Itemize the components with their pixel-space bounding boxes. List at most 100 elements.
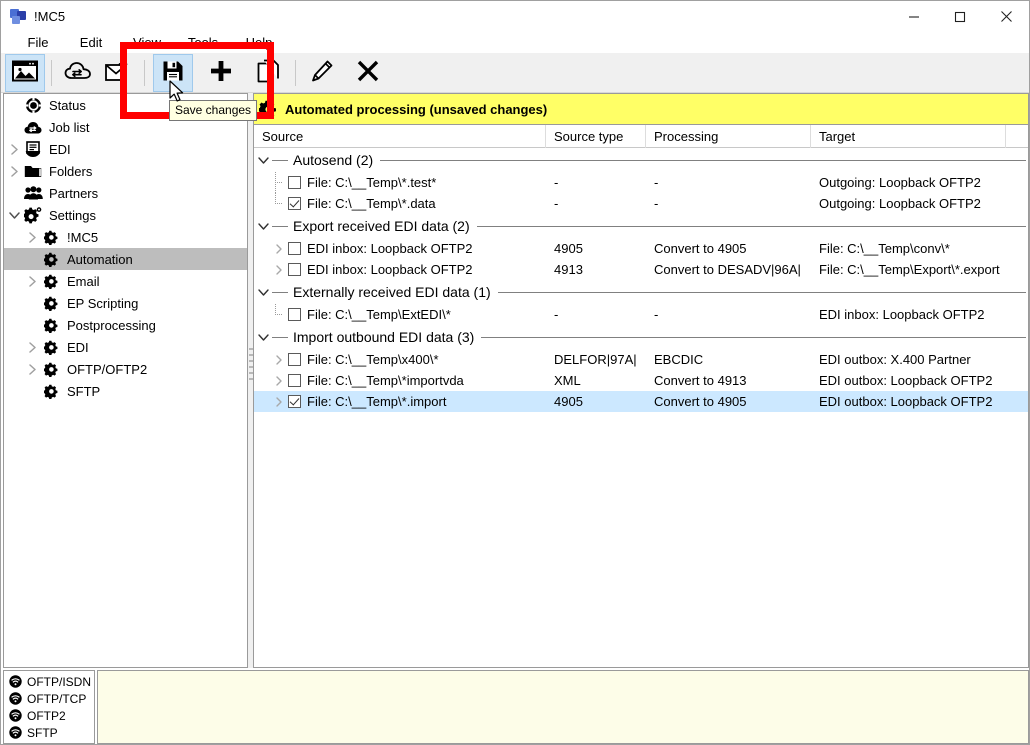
- sidebar-item-email[interactable]: Email: [4, 270, 247, 292]
- row-checkbox[interactable]: [288, 395, 301, 408]
- row-checkbox[interactable]: [288, 308, 301, 321]
- chevron-right-icon[interactable]: [24, 270, 40, 292]
- status-icon: [22, 94, 44, 116]
- chevron-right-icon[interactable]: [270, 349, 288, 370]
- chevron-right-icon[interactable]: [270, 391, 288, 412]
- table-row[interactable]: EDI inbox: Loopback OFTP2 4913 Convert t…: [254, 259, 1028, 280]
- log-panel[interactable]: [97, 670, 1029, 744]
- cell-source[interactable]: EDI inbox: Loopback OFTP2: [254, 238, 546, 259]
- chevron-down-icon[interactable]: [254, 280, 272, 304]
- menu-item-tools[interactable]: Tools: [175, 35, 231, 50]
- source-text: File: C:\__Temp\ExtEDI\*: [307, 307, 451, 322]
- column-header-source[interactable]: Source: [254, 124, 546, 148]
- chevron-down-icon[interactable]: [6, 204, 22, 226]
- table-row-selected[interactable]: File: C:\__Temp\*.import 4905 Convert to…: [254, 391, 1028, 412]
- source-text: File: C:\__Temp\*importvda: [307, 373, 464, 388]
- table-row[interactable]: File: C:\__Temp\x400\* DELFOR|97A| EBCDI…: [254, 349, 1028, 370]
- cell-source[interactable]: File: C:\__Temp\*importvda: [254, 370, 546, 391]
- new-document-button[interactable]: [249, 54, 289, 92]
- add-button[interactable]: [201, 54, 241, 92]
- navigation-sidebar[interactable]: Status Job list EDI Folders Partners Set…: [3, 93, 248, 668]
- settings-icon: [22, 204, 44, 226]
- table-row[interactable]: File: C:\__Temp\*.data - - Outgoing: Loo…: [254, 193, 1028, 214]
- gear-icon: [40, 314, 62, 336]
- menu-item-file[interactable]: File: [13, 35, 63, 50]
- sidebar-item-partners[interactable]: Partners: [4, 182, 247, 204]
- delete-cross-icon: [356, 59, 380, 86]
- row-checkbox[interactable]: [288, 263, 301, 276]
- group-label: Autosend (2): [293, 152, 374, 168]
- table-row[interactable]: EDI inbox: Loopback OFTP2 4905 Convert t…: [254, 238, 1028, 259]
- row-indent: [254, 259, 270, 280]
- connection-label: OFTP2: [27, 708, 66, 723]
- sidebar-item-edi[interactable]: EDI: [4, 138, 247, 160]
- sidebar-item-folders[interactable]: Folders: [4, 160, 247, 182]
- menu-bar: File Edit View Tools Help: [1, 32, 1029, 53]
- gear-icon: [40, 226, 62, 248]
- sidebar-item-postprocessing[interactable]: Postprocessing: [4, 314, 247, 336]
- receive-mail-button[interactable]: [98, 54, 138, 92]
- maximize-button[interactable]: [937, 1, 983, 32]
- sidebar-item-sftp[interactable]: SFTP: [4, 380, 247, 402]
- group-header-row[interactable]: Export received EDI data (2): [254, 214, 1028, 238]
- edit-button[interactable]: [302, 54, 342, 92]
- minimize-button[interactable]: [891, 1, 937, 32]
- chevron-right-icon[interactable]: [6, 138, 22, 160]
- gear-icon: [255, 94, 281, 125]
- row-checkbox[interactable]: [288, 353, 301, 366]
- cell-source[interactable]: File: C:\__Temp\ExtEDI\*: [254, 304, 546, 325]
- menu-item-view[interactable]: View: [119, 35, 175, 50]
- menu-item-edit[interactable]: Edit: [63, 35, 119, 50]
- cell-source[interactable]: File: C:\__Temp\x400\*: [254, 349, 546, 370]
- column-header-source-type[interactable]: Source type: [546, 124, 646, 148]
- cell-source[interactable]: File: C:\__Temp\*.data: [254, 193, 546, 214]
- save-button[interactable]: [153, 53, 193, 92]
- chevron-right-icon[interactable]: [24, 226, 40, 248]
- row-checkbox[interactable]: [288, 197, 301, 210]
- cell-processing: Convert to DESADV|96A|: [654, 262, 801, 277]
- column-header-target[interactable]: Target: [811, 124, 1006, 148]
- group-header-row[interactable]: Externally received EDI data (1): [254, 280, 1028, 304]
- cell-source-type: -: [554, 175, 559, 190]
- table-row[interactable]: File: C:\__Temp\*importvda XML Convert t…: [254, 370, 1028, 391]
- group-header-row[interactable]: Import outbound EDI data (3): [254, 325, 1028, 349]
- chevron-right-icon[interactable]: [6, 160, 22, 182]
- sidebar-item-oftp-oftp2[interactable]: OFTP/OFTP2: [4, 358, 247, 380]
- column-header-processing[interactable]: Processing: [646, 124, 811, 148]
- source-text: EDI inbox: Loopback OFTP2: [307, 241, 473, 256]
- chevron-right-icon[interactable]: [270, 259, 288, 280]
- menu-item-help[interactable]: Help: [231, 35, 287, 50]
- cloud-transfer-button[interactable]: [58, 54, 98, 92]
- chevron-right-icon[interactable]: [24, 358, 40, 380]
- sidebar-item-settings[interactable]: Settings: [4, 204, 247, 226]
- chevron-right-icon[interactable]: [24, 336, 40, 358]
- chevron-down-icon[interactable]: [254, 148, 272, 172]
- connection-row-oftp-isdn[interactable]: OFTP/ISDN: [4, 673, 94, 690]
- chevron-down-icon[interactable]: [254, 325, 272, 349]
- cell-source[interactable]: File: C:\__Temp\*.test*: [254, 172, 546, 193]
- connection-row-oftp-tcp[interactable]: OFTP/TCP: [4, 690, 94, 707]
- sidebar-item-ep-scripting[interactable]: EP Scripting: [4, 292, 247, 314]
- overview-window-button[interactable]: [5, 53, 45, 92]
- group-header-row[interactable]: Autosend (2): [254, 148, 1028, 172]
- delete-button[interactable]: [348, 54, 388, 92]
- row-checkbox[interactable]: [288, 242, 301, 255]
- connection-row-sftp[interactable]: SFTP: [4, 724, 94, 741]
- cell-source[interactable]: File: C:\__Temp\*.import: [254, 391, 546, 412]
- edi-icon: [22, 138, 44, 160]
- chevron-down-icon[interactable]: [254, 214, 272, 238]
- chevron-right-icon[interactable]: [270, 370, 288, 391]
- sidebar-item-settings-edi[interactable]: EDI: [4, 336, 247, 358]
- chevron-right-icon[interactable]: [270, 238, 288, 259]
- table-row[interactable]: File: C:\__Temp\ExtEDI\* - - EDI inbox: …: [254, 304, 1028, 325]
- sidebar-item-label: Job list: [49, 119, 90, 135]
- table-row[interactable]: File: C:\__Temp\*.test* - - Outgoing: Lo…: [254, 172, 1028, 193]
- connection-row-oftp2[interactable]: OFTP2: [4, 707, 94, 724]
- sidebar-item-automation[interactable]: Automation: [4, 248, 247, 270]
- row-checkbox[interactable]: [288, 374, 301, 387]
- close-button[interactable]: [983, 1, 1029, 32]
- sidebar-item-mc5[interactable]: !MC5: [4, 226, 247, 248]
- cell-source[interactable]: EDI inbox: Loopback OFTP2: [254, 259, 546, 280]
- row-checkbox[interactable]: [288, 176, 301, 189]
- edit-pencil-icon: [310, 59, 334, 86]
